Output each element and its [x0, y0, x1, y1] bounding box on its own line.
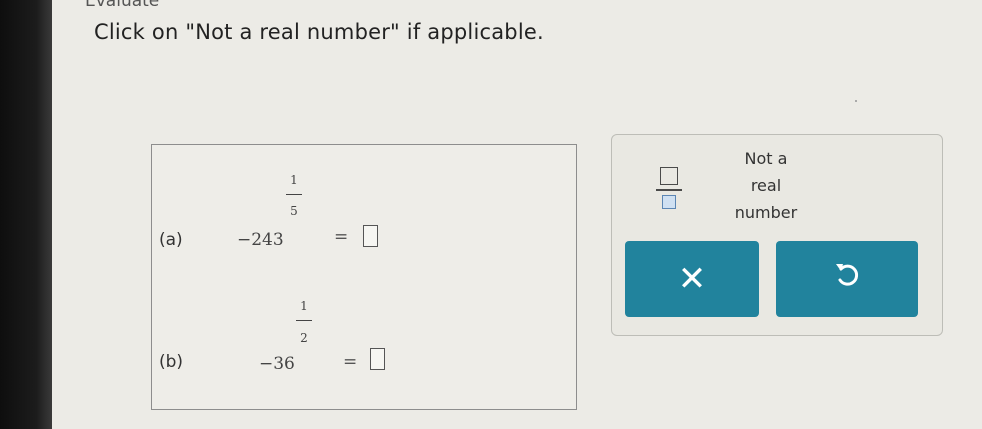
problem-a-exp-denominator: 5: [290, 204, 298, 218]
instruction-text: Click on "Not a real number" if applicab…: [94, 20, 544, 44]
problem-a-exp-numerator: 1: [290, 173, 298, 187]
not-real-line-3: number: [734, 203, 798, 222]
close-icon: ✕: [677, 259, 707, 299]
problem-b-equals: =: [343, 352, 358, 372]
fraction-button[interactable]: [651, 165, 691, 213]
problem-b-label: (b): [159, 352, 184, 372]
problem-b-exp-bar: [296, 320, 312, 321]
problem-a-exp-bar: [286, 194, 302, 195]
not-real-line-1: Not a: [744, 149, 788, 168]
problem-b-expression: −36: [259, 354, 295, 374]
problem-a-equals: =: [334, 227, 349, 247]
dark-bezel: [0, 0, 52, 429]
dust-speck: [855, 100, 857, 102]
undo-icon: [832, 259, 862, 299]
not-a-real-number-button[interactable]: Not a real number: [726, 145, 806, 227]
problem-b-exp-numerator: 1: [300, 299, 308, 313]
problem-area: [151, 144, 577, 410]
problem-b-answer-input[interactable]: [370, 348, 385, 370]
problem-a-expression: −243: [237, 230, 284, 250]
cut-off-heading: Evaluate: [85, 0, 160, 11]
not-real-line-2: real: [750, 176, 782, 195]
clear-button[interactable]: ✕: [625, 241, 759, 317]
problem-b-base: −36: [259, 354, 295, 374]
undo-button[interactable]: [776, 241, 918, 317]
problem-a-label: (a): [159, 230, 183, 250]
problem-b-exp-denominator: 2: [300, 331, 308, 345]
problem-a-answer-input[interactable]: [363, 225, 378, 247]
problem-a-base: −243: [237, 230, 284, 250]
